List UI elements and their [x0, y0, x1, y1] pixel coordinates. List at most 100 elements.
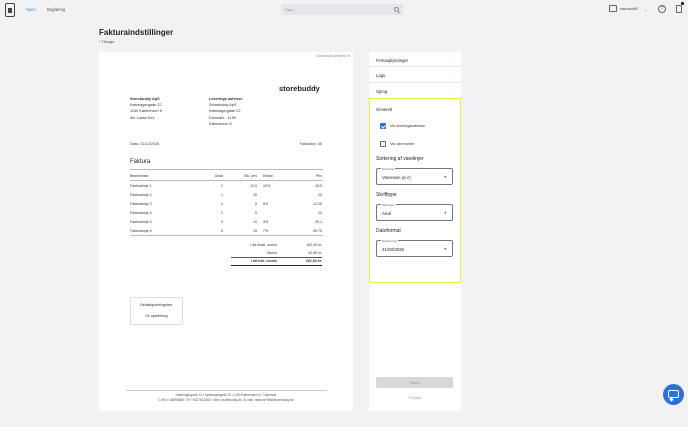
table-cell: 7% — [263, 229, 269, 233]
font-section-title: Skrifttype — [376, 192, 397, 198]
invoice-number: Fakturanr. 45 — [299, 142, 322, 146]
notification-icon[interactable] — [676, 5, 682, 13]
column-header: Beskrivelse — [130, 174, 149, 178]
vat-value: 40,50 kr. — [308, 251, 322, 255]
download-preview-label: Download preview — [316, 54, 346, 58]
table-cell: 69.75 — [313, 229, 322, 233]
table-cell: Fakturalinje 6 — [130, 229, 152, 233]
total-value: 202,50 kr. — [305, 259, 322, 263]
download-preview-button[interactable]: Download preview ⊕ — [317, 54, 350, 58]
chat-button[interactable] — [663, 384, 684, 405]
caret-down-icon: ▼ — [443, 175, 447, 179]
nav-home[interactable]: Hjem — [26, 7, 36, 12]
total-underline — [231, 265, 322, 266]
search-input[interactable]: Søg.... — [281, 4, 403, 15]
section-company-info[interactable]: Firmaoplysninger — [376, 58, 408, 63]
back-link-label: Tilbage — [101, 39, 115, 44]
table-cell: Fakturalinje 5 — [130, 220, 152, 224]
sender-line: Att. Lasse Kirk — [130, 115, 155, 120]
chevron-down-icon[interactable]: ⌄ — [644, 7, 647, 12]
table-cell: 2 — [221, 211, 223, 215]
table-cell: 18.9 — [315, 184, 322, 188]
table-cell: 20 — [318, 193, 322, 197]
chat-icon — [668, 390, 679, 398]
vat-label: Moms — [267, 251, 277, 255]
table-cell: 5% — [263, 202, 269, 206]
subtotal-value: 162,00 kr. — [306, 243, 322, 247]
invoice-footer-address: Købmagergade 22 / Købmagergade 22 / 1150… — [175, 393, 277, 397]
payment-terms-link[interactable]: Se opsætning — [131, 314, 182, 318]
invoice-brand-logo: storebuddy — [279, 84, 320, 93]
delivery-line: Købmagergade 22 — [209, 109, 241, 114]
total-label: I alt inkl. moms — [251, 259, 277, 263]
table-cell: 14.25 — [313, 202, 322, 206]
show-delivery-address-label[interactable]: Vis leveringsadresse — [390, 124, 425, 128]
table-cell: 5 — [255, 202, 257, 206]
subtotal-label: I alt ekskl. moms — [250, 243, 277, 247]
table-cell: 20 — [253, 193, 257, 197]
table-cell: Fakturalinje 2 — [130, 193, 152, 197]
table-cell: 2 — [221, 184, 223, 188]
table-cell: 10% — [263, 184, 271, 188]
table-cell: 29.1 — [315, 220, 322, 224]
table-cell: Fakturalinje 3 — [130, 202, 152, 206]
download-icon: ⊕ — [346, 54, 350, 58]
divider — [369, 82, 461, 83]
delivery-line: København K — [209, 121, 233, 126]
page-title: Fakturaindstillinger — [99, 28, 174, 37]
sort-section-title: Sortering af varelinjer — [376, 156, 424, 162]
date-format-select-value: 21/03/2025 — [382, 247, 404, 252]
help-icon[interactable]: ? — [658, 5, 666, 13]
table-cell: 10.5 — [250, 184, 257, 188]
payment-terms-title: Betalingsbetingelser — [140, 303, 173, 307]
app-logo[interactable] — [5, 3, 15, 17]
table-cell: 10 — [253, 220, 257, 224]
payment-terms-box: Betalingsbetingelser Se opsætning — [130, 297, 183, 325]
table-header-divider — [130, 180, 323, 181]
table-bottom-divider — [130, 235, 323, 236]
table-cell: 10 — [318, 211, 322, 215]
date-format-select[interactable]: Datoformat 21/03/2025 ▼ — [376, 238, 453, 257]
invoice-divider — [130, 169, 323, 170]
section-language[interactable]: Sprog — [376, 89, 387, 94]
chevron-down-icon[interactable]: ⌄ — [451, 58, 454, 62]
invoice-footer-contact: CVR nr 36896668 / Tlf +4527621654 / Web:… — [158, 398, 294, 402]
table-cell: Fakturalinje 1 — [130, 184, 152, 188]
delivery-address: Leverings adresse Storebuddy ApS Købmage… — [209, 96, 242, 127]
section-logo[interactable]: Logo — [376, 73, 385, 78]
table-cell: Fakturalinje 4 — [130, 211, 152, 215]
footer-divider — [126, 390, 327, 391]
divider — [369, 66, 461, 67]
settings-panel: Firmaoplysninger ⌄ Logo ⌄ Sprog ⌄ Genere… — [369, 52, 461, 411]
sort-select[interactable]: Sortering Varenavn (a-z) ▼ — [376, 166, 453, 185]
caret-down-icon: ▼ — [443, 211, 447, 215]
table-cell: 5 — [221, 229, 223, 233]
table-cell: 1 — [221, 193, 223, 197]
save-button[interactable]: Gem — [376, 377, 453, 388]
invoice-preview: Download preview ⊕ storebuddy Storebuddy… — [99, 52, 353, 411]
caret-down-icon: ▼ — [443, 247, 447, 251]
user-name[interactable]: rasmus98 — [620, 6, 638, 11]
table-cell: 3 — [221, 202, 223, 206]
column-header: Antal — [214, 174, 223, 178]
column-header: Pris — [315, 174, 322, 178]
font-select[interactable]: Skrifttype Arial ▼ — [376, 202, 453, 221]
sort-select-label: Sortering — [381, 166, 396, 171]
table-cell: 5 — [255, 211, 257, 215]
font-select-value: Arial — [382, 211, 391, 216]
chevron-down-icon[interactable]: ⌄ — [451, 89, 454, 93]
notification-dot — [681, 2, 684, 5]
nav-bookkeeping[interactable]: Bogføring — [47, 7, 65, 12]
invoice-heading: Faktura — [130, 159, 151, 165]
show-item-numbers-label[interactable]: Vis varenumre — [390, 142, 414, 146]
column-header: Stk. pris — [244, 174, 257, 178]
user-calendar-icon[interactable] — [609, 5, 617, 12]
section-general[interactable]: Generelt — [376, 107, 392, 112]
chevron-down-icon[interactable]: ⌄ — [451, 73, 454, 77]
back-link[interactable]: ‹ Tilbage — [99, 39, 114, 44]
cancel-button[interactable]: Fortryd — [369, 395, 461, 400]
show-item-numbers-checkbox[interactable] — [380, 141, 386, 147]
table-cell: 15 — [253, 229, 257, 233]
table-cell: 3% — [263, 220, 269, 224]
show-delivery-address-checkbox[interactable] — [380, 123, 386, 129]
